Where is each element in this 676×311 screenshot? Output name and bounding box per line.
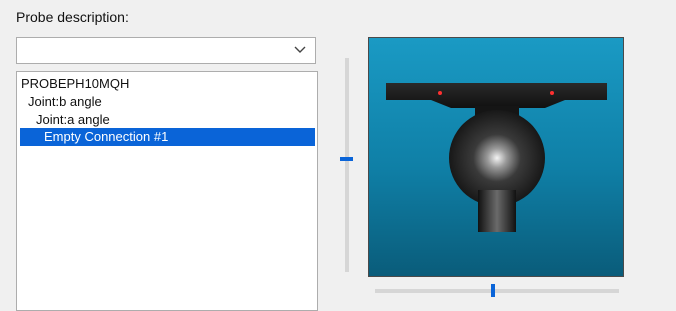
vertical-rotation-slider-thumb[interactable] (340, 157, 353, 161)
tree-node-joint-a[interactable]: Joint:a angle (36, 111, 110, 129)
probe-mount-plate (386, 83, 607, 108)
indicator-led-left (438, 91, 442, 95)
indicator-led-right (550, 91, 554, 95)
probe-tree[interactable]: PROBEPH10MQH Joint:b angle Joint:a angle… (16, 71, 318, 311)
probe-description-dropdown[interactable] (16, 37, 316, 64)
probe-description-label: Probe description: (16, 9, 129, 25)
probe-3d-viewport[interactable] (368, 37, 624, 277)
horizontal-rotation-slider-thumb[interactable] (491, 284, 495, 297)
vertical-rotation-slider-track[interactable] (345, 58, 349, 272)
horizontal-rotation-slider-track[interactable] (375, 289, 619, 293)
chevron-down-icon[interactable] (293, 42, 307, 56)
probe-model-graphic (386, 83, 607, 232)
probe-shaft (478, 190, 516, 232)
tree-node-joint-b[interactable]: Joint:b angle (28, 93, 102, 111)
tree-node-probe[interactable]: PROBEPH10MQH (21, 75, 129, 93)
tree-node-empty-connection[interactable]: Empty Connection #1 (20, 128, 315, 146)
